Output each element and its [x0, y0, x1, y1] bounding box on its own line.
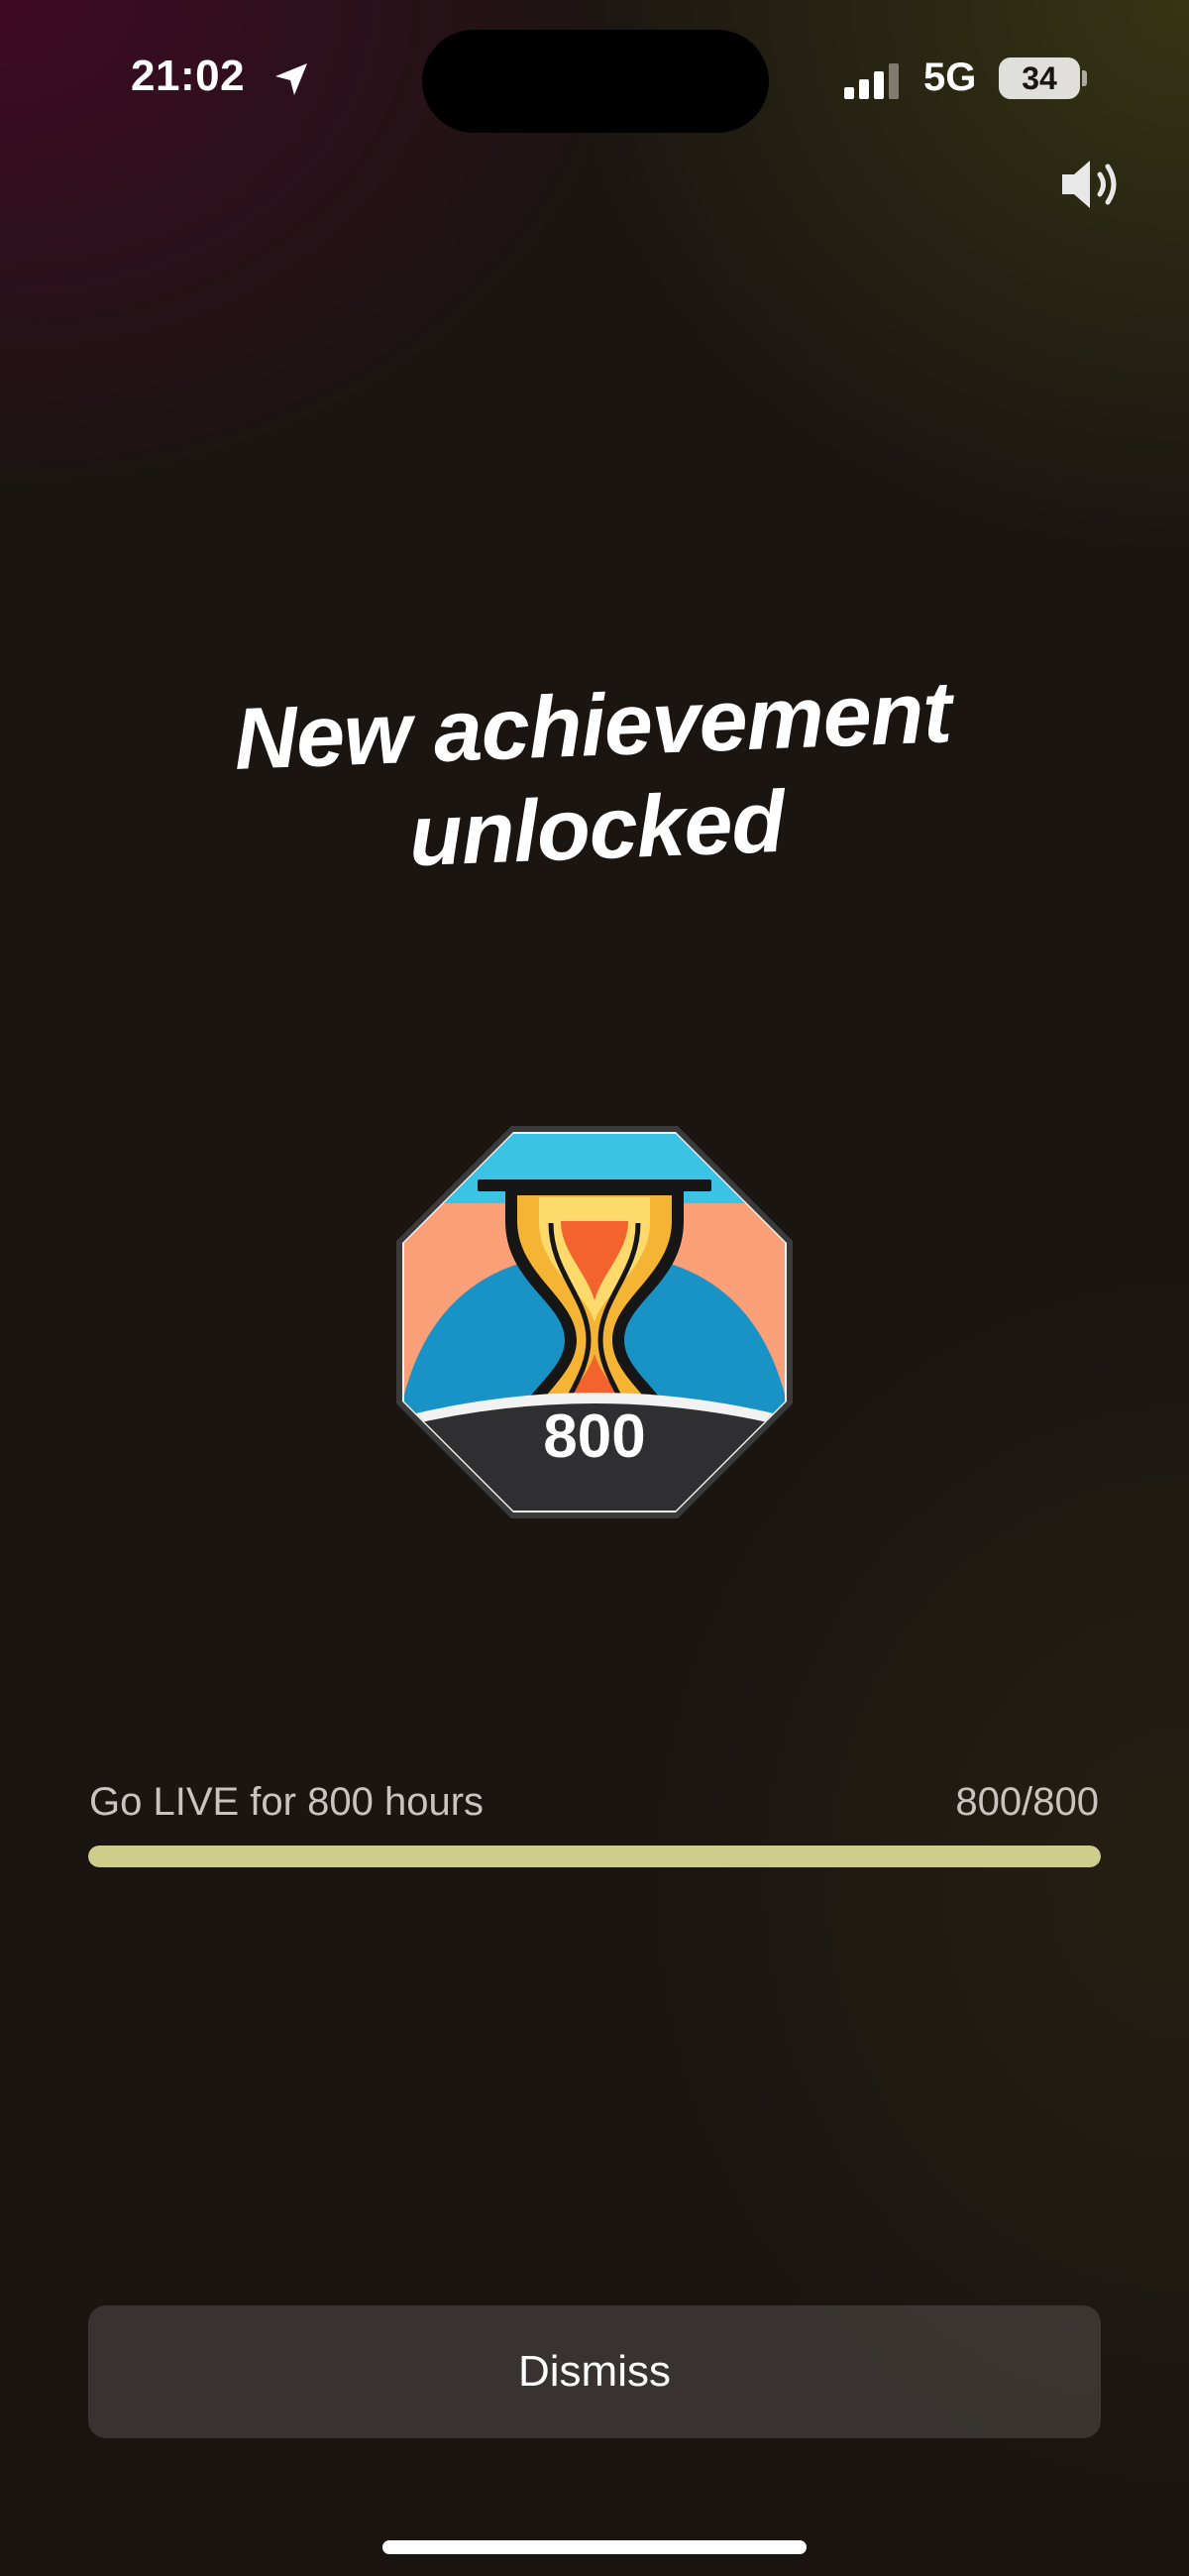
home-indicator[interactable]	[382, 2540, 807, 2554]
battery-level: 34	[1022, 60, 1057, 96]
goal-progress-fill	[88, 1846, 1101, 1867]
goal-count: 800/800	[955, 1780, 1099, 1824]
achievement-title: New achievement unlocked	[232, 662, 953, 885]
status-time: 21:02	[131, 52, 246, 100]
badge-value: 800	[543, 1402, 645, 1471]
dynamic-island	[422, 30, 769, 133]
dismiss-button[interactable]: Dismiss	[88, 2305, 1101, 2438]
achievement-badge: 800	[396, 1126, 793, 1518]
goal-label: Go LIVE for 800 hours	[89, 1780, 485, 1824]
battery-icon: 34	[999, 57, 1080, 99]
cellular-signal-icon	[844, 63, 899, 99]
speaker-icon[interactable]	[1058, 155, 1124, 214]
status-bar: 21:02 5G 34	[0, 0, 1189, 159]
battery-tip	[1082, 70, 1087, 86]
goal-progress-bar	[88, 1846, 1101, 1867]
network-type: 5G	[923, 56, 977, 99]
location-arrow-icon	[275, 63, 307, 95]
